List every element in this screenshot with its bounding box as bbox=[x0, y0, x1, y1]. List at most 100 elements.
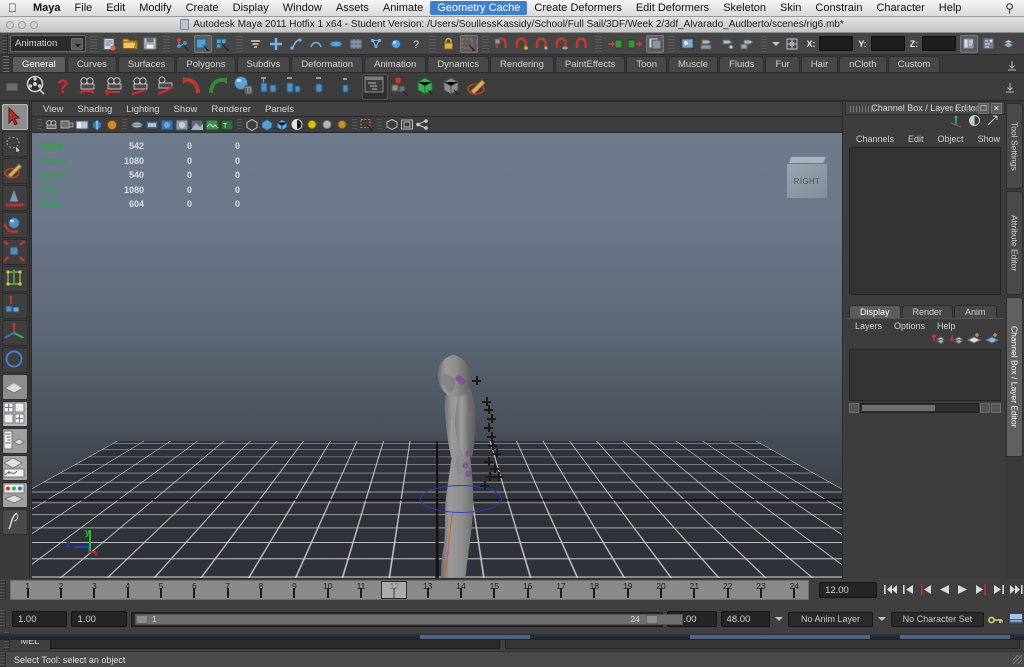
mac-menu-item-file[interactable]: File bbox=[68, 1, 100, 15]
film-reel-icon[interactable] bbox=[24, 74, 50, 100]
layer-scrollbar[interactable] bbox=[849, 402, 1001, 413]
construction-history-icon[interactable] bbox=[646, 35, 664, 53]
step-back-keyframe-icon[interactable] bbox=[901, 583, 916, 597]
shelf-tab-deformation[interactable]: Deformation bbox=[291, 56, 363, 72]
tool-settings-toggle-icon[interactable] bbox=[980, 35, 998, 53]
locator-cross[interactable] bbox=[484, 405, 493, 414]
camera-red-d-icon[interactable] bbox=[154, 74, 180, 100]
joint-finger[interactable] bbox=[463, 463, 468, 468]
locator-cross[interactable] bbox=[492, 449, 501, 458]
search-icon[interactable]: ⚲ bbox=[1005, 1, 1024, 15]
select-tool[interactable] bbox=[2, 104, 28, 130]
mac-menu-item-edit[interactable]: Edit bbox=[99, 1, 132, 15]
anim-start-field[interactable]: 1.00 bbox=[12, 611, 67, 627]
mac-menu-item-help[interactable]: Help bbox=[932, 1, 969, 15]
move-layer-down-icon[interactable] bbox=[949, 332, 963, 350]
character-model[interactable] bbox=[32, 133, 842, 578]
shelf-options-icon[interactable] bbox=[1006, 58, 1020, 72]
texture-icon[interactable] bbox=[205, 118, 219, 131]
camera-red-c-icon[interactable] bbox=[128, 74, 154, 100]
select-mask-icon[interactable] bbox=[247, 35, 265, 53]
joint-hand[interactable] bbox=[466, 451, 471, 456]
range-handle-left[interactable] bbox=[136, 615, 148, 624]
scroll-left-icon-2[interactable] bbox=[980, 403, 990, 413]
layer-menu-options[interactable]: Options bbox=[888, 321, 931, 331]
flat-shade-icon[interactable] bbox=[190, 118, 204, 131]
select-hierarchy-icon[interactable] bbox=[174, 35, 192, 53]
view-cube-front-face[interactable]: RIGHT bbox=[786, 163, 828, 199]
mac-menu-item-modify[interactable]: Modify bbox=[132, 1, 178, 15]
help-icon[interactable]: ? bbox=[407, 35, 425, 53]
paint-select-tool[interactable] bbox=[2, 158, 28, 184]
cube-green-icon[interactable] bbox=[414, 74, 440, 100]
shadows-icon[interactable] bbox=[145, 118, 159, 131]
anim-end-field[interactable]: 48.00 bbox=[721, 611, 771, 627]
locator-cross[interactable] bbox=[484, 423, 493, 432]
render-settings-icon[interactable] bbox=[719, 35, 737, 53]
layer-menu-layers[interactable]: Layers bbox=[849, 321, 888, 331]
set-key-multi-icon[interactable] bbox=[284, 74, 310, 100]
xray-icon[interactable] bbox=[245, 118, 259, 131]
outliner-persp-layout[interactable] bbox=[2, 428, 28, 454]
undo-red-arrow-icon[interactable] bbox=[180, 74, 206, 100]
joint-head-top[interactable] bbox=[459, 379, 464, 384]
snap-point-icon[interactable] bbox=[307, 35, 325, 53]
channel-box-menu-object[interactable]: Object bbox=[931, 134, 971, 144]
lights-default-icon[interactable] bbox=[305, 118, 319, 131]
mac-menu-item-geometry-cache[interactable]: Geometry Cache bbox=[430, 1, 527, 15]
output-connections-icon[interactable] bbox=[626, 35, 644, 53]
chevron-down-icon[interactable] bbox=[71, 38, 83, 50]
viewport-menu-lighting[interactable]: Lighting bbox=[119, 104, 166, 115]
shelf-handle[interactable] bbox=[0, 74, 24, 100]
gamma-icon[interactable] bbox=[105, 118, 119, 131]
new-layer-from-selected-icon[interactable] bbox=[985, 332, 999, 350]
locator-cross[interactable] bbox=[487, 414, 496, 423]
window-controls[interactable] bbox=[6, 21, 38, 29]
new-scene-icon[interactable] bbox=[101, 35, 119, 53]
channel-box-menu-channels[interactable]: Channels bbox=[849, 134, 901, 144]
shelf-tab-surfaces[interactable]: Surfaces bbox=[118, 56, 176, 72]
shelf-tab-general[interactable]: General bbox=[12, 56, 66, 72]
paint-effects-layout[interactable] bbox=[2, 509, 28, 535]
dock-tab-attribute-editor[interactable]: Attribute Editor bbox=[1006, 191, 1023, 295]
layer-tab-display[interactable]: Display bbox=[849, 305, 901, 318]
move-layer-up-icon[interactable] bbox=[931, 332, 945, 350]
camera-red-a-icon[interactable] bbox=[76, 74, 102, 100]
move-tool[interactable] bbox=[2, 185, 28, 211]
locator-red-icon[interactable] bbox=[388, 74, 414, 100]
shaded-wire-cube-icon[interactable] bbox=[275, 118, 289, 131]
open-editor-icon[interactable] bbox=[783, 35, 801, 53]
layer-tab-anim[interactable]: Anim bbox=[954, 305, 997, 318]
set-key-dual-icon[interactable] bbox=[310, 74, 336, 100]
scroll-left-icon[interactable] bbox=[849, 403, 859, 413]
shelf-tab-subdivs[interactable]: Subdivs bbox=[237, 56, 291, 72]
hypershade-persp-layout[interactable] bbox=[2, 482, 28, 508]
dock-tab-channel-box[interactable]: Channel Box / Layer Editor bbox=[1006, 297, 1023, 457]
locator-cross[interactable] bbox=[494, 472, 503, 481]
question-red-icon[interactable]: ? bbox=[50, 74, 76, 100]
viewport-menu-show[interactable]: Show bbox=[167, 104, 205, 115]
last-tool-used[interactable] bbox=[2, 347, 28, 373]
range-bar[interactable]: 1 24 bbox=[131, 612, 663, 627]
menu-set-selector[interactable]: Animation bbox=[10, 35, 86, 52]
shelf-tab-muscle[interactable]: Muscle bbox=[668, 56, 718, 72]
two-sided-lighting-icon[interactable] bbox=[130, 118, 144, 131]
layer-tab-render[interactable]: Render bbox=[902, 305, 954, 318]
panel-drag-dots[interactable] bbox=[850, 106, 876, 112]
mac-menu-item-create[interactable]: Create bbox=[179, 1, 226, 15]
locator-cross[interactable] bbox=[487, 432, 496, 441]
dock-tab-tool-settings[interactable]: Tool Settings bbox=[1006, 103, 1023, 189]
shelf-tab-animation[interactable]: Animation bbox=[364, 56, 426, 72]
single-perspective-layout[interactable] bbox=[2, 374, 28, 400]
panel-dual-icon[interactable] bbox=[400, 118, 414, 131]
viewport-menu-view[interactable]: View bbox=[36, 104, 70, 115]
shelf-tab-custom[interactable]: Custom bbox=[888, 56, 941, 72]
step-forward-keyframe-icon[interactable] bbox=[991, 583, 1006, 597]
scrollbar-thumb[interactable] bbox=[862, 405, 935, 411]
save-scene-icon[interactable] bbox=[141, 35, 159, 53]
magnet-d-icon[interactable] bbox=[553, 35, 571, 53]
time-slider-grip[interactable] bbox=[0, 580, 6, 600]
manipulator-axis-icon[interactable] bbox=[950, 114, 963, 132]
mac-menu-item-window[interactable]: Window bbox=[276, 1, 329, 15]
viewport-menu-panels[interactable]: Panels bbox=[258, 104, 301, 115]
